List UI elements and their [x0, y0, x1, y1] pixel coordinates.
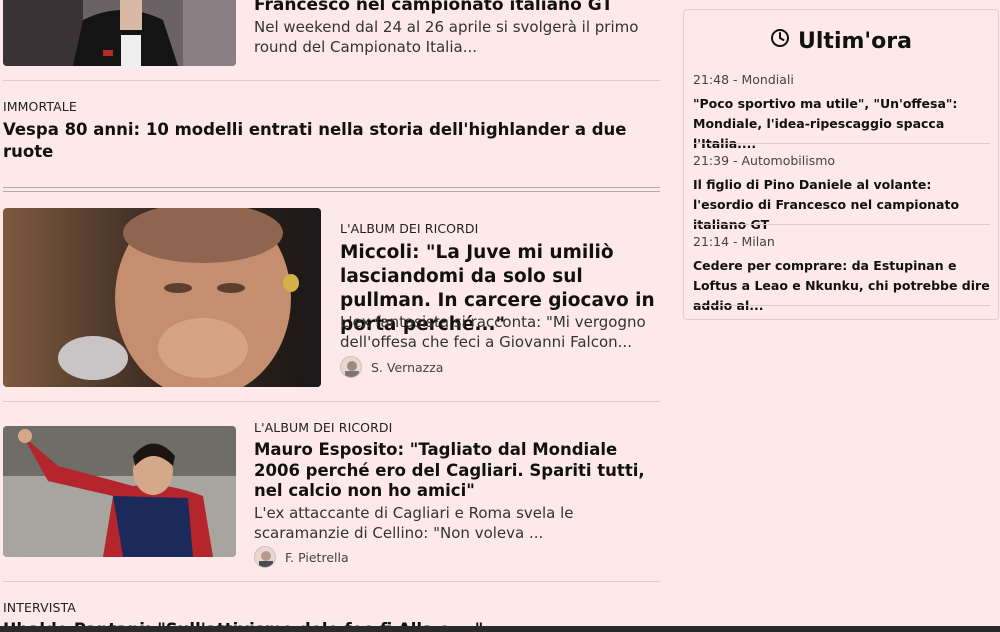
article-title-partial[interactable]: Francesco nel campionato italiano GT	[254, 0, 660, 16]
author-avatar	[254, 546, 276, 568]
news-divider	[693, 305, 990, 306]
section-divider	[3, 191, 660, 192]
clock-icon	[770, 28, 790, 54]
article-image-miccoli[interactable]	[3, 208, 321, 387]
article-author[interactable]: F. Pietrella	[254, 546, 349, 568]
article-image-racing-driver[interactable]	[3, 0, 236, 66]
article-summary: L'ex fantasista si racconta: "Mi vergogn…	[340, 313, 646, 351]
news-meta: 21:48 - Mondiali	[693, 72, 794, 87]
author-name: S. Vernazza	[371, 359, 444, 375]
news-category: Automobilismo	[741, 153, 836, 168]
author-name: F. Pietrella	[285, 549, 349, 565]
latest-news-item[interactable]: 21:39 - Automobilismo Il figlio di Pino …	[693, 153, 990, 235]
article-kicker[interactable]: L'ALBUM DEI RICORDI	[254, 420, 392, 435]
news-headline[interactable]: Cedere per comprare: da Estupinan e Loft…	[693, 256, 990, 316]
news-divider	[693, 143, 990, 144]
author-avatar	[340, 356, 362, 378]
latest-news-heading: Ultim'ora	[684, 28, 998, 54]
news-divider	[693, 224, 990, 225]
latest-news-item[interactable]: 21:14 - Milan Cedere per comprare: da Es…	[693, 234, 990, 316]
news-meta: 21:39 - Automobilismo	[693, 153, 836, 168]
article-kicker[interactable]: INTERVISTA	[3, 600, 76, 615]
article-kicker[interactable]: L'ALBUM DEI RICORDI	[340, 221, 478, 236]
article-author[interactable]: S. Vernazza	[340, 356, 443, 378]
news-headline[interactable]: "Poco sportivo ma utile", "Un'offesa": M…	[693, 94, 990, 154]
section-divider	[3, 187, 660, 188]
article-summary: L'ex attaccante di Cagliari e Roma svela…	[254, 504, 574, 542]
latest-news-title: Ultim'ora	[798, 28, 912, 54]
article-title[interactable]: Mauro Esposito: "Tagliato dal Mondiale 2…	[254, 440, 660, 502]
latest-news-panel: Ultim'ora 21:48 - Mondiali "Poco sportiv…	[683, 9, 999, 320]
article-kicker[interactable]: IMMORTALE	[3, 99, 77, 114]
article-image-esposito[interactable]	[3, 426, 236, 557]
article-divider	[3, 80, 660, 81]
news-time: 21:48	[693, 72, 730, 87]
news-headline[interactable]: Il figlio di Pino Daniele al volante: l'…	[693, 175, 990, 235]
article-divider	[3, 581, 660, 582]
article-title[interactable]: Vespa 80 anni: 10 modelli entrati nella …	[3, 119, 660, 163]
article-divider	[3, 401, 660, 402]
news-time: 21:39	[693, 153, 730, 168]
article-summary: Nel weekend dal 24 al 26 aprile si svolg…	[254, 18, 639, 56]
window-bottom-edge	[0, 626, 1000, 632]
news-time: 21:14	[693, 234, 730, 249]
news-category: Milan	[741, 234, 775, 249]
news-category: Mondiali	[741, 72, 794, 87]
news-meta: 21:14 - Milan	[693, 234, 775, 249]
latest-news-item[interactable]: 21:48 - Mondiali "Poco sportivo ma utile…	[693, 72, 990, 154]
